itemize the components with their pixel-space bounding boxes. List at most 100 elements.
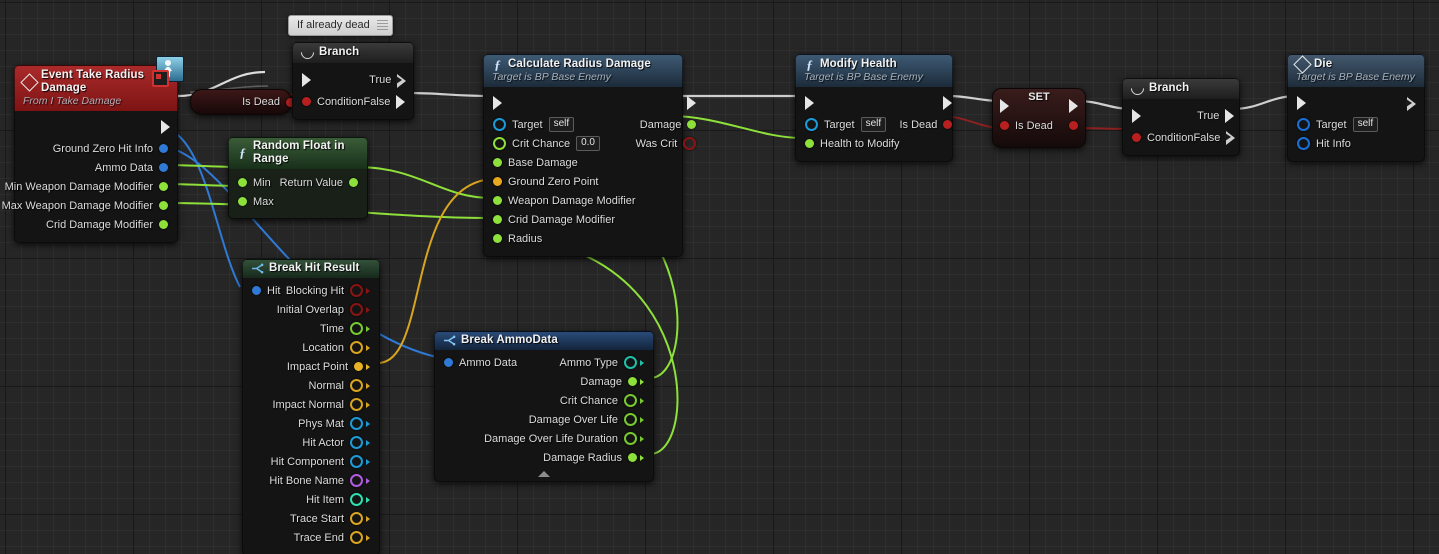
blueprint-graph-canvas[interactable]: If already dead Event Take Radius Damage…	[0, 0, 1439, 554]
pin-float[interactable]	[350, 322, 363, 335]
pin-row-false[interactable]: False	[363, 92, 414, 111]
pin-row-damage-over-life-duration[interactable]: Damage Over Life Duration	[435, 429, 653, 448]
exec-out-row[interactable]	[1063, 96, 1085, 116]
pin-row-min[interactable]: Min	[229, 173, 280, 192]
exec-in-row[interactable]	[796, 91, 899, 115]
exec-in-row[interactable]	[293, 68, 363, 92]
pin-row-target[interactable]: Target self	[796, 115, 899, 134]
node-modify-health[interactable]: ƒ Modify Health Target is BP Base Enemy …	[795, 54, 953, 162]
pin-float[interactable]	[238, 178, 247, 187]
pin-row-target[interactable]: Target self	[1288, 115, 1407, 134]
pin-row-target[interactable]: Target self	[484, 115, 636, 134]
pin-vector[interactable]	[350, 512, 363, 525]
pin-name[interactable]	[350, 474, 363, 487]
pin-bool[interactable]	[1132, 133, 1141, 142]
pin-bool[interactable]	[1000, 121, 1009, 130]
pin-row-is-dead-out[interactable]	[1063, 116, 1085, 135]
exec-input-pin[interactable]	[1132, 109, 1141, 123]
node-header[interactable]: Break Hit Result	[242, 259, 380, 278]
pin-row-hit-bone-name[interactable]: Hit Bone Name	[243, 471, 379, 490]
pin-row-hit-actor[interactable]: Hit Actor	[243, 433, 379, 452]
pin-row-weapon-damage-modifier[interactable]: Weapon Damage Modifier	[484, 191, 636, 210]
node-die[interactable]: Die Target is BP Base Enemy Target self	[1287, 54, 1425, 162]
pin-float[interactable]	[805, 139, 814, 148]
pin-object[interactable]	[493, 118, 506, 131]
exec-input-pin[interactable]	[805, 96, 814, 110]
pin-bool[interactable]	[1069, 121, 1078, 130]
pin-row-false[interactable]: False	[1193, 128, 1243, 147]
pin-float[interactable]	[628, 453, 637, 462]
exec-out-row[interactable]	[636, 91, 706, 115]
exec-in-row[interactable]	[1123, 104, 1193, 128]
pin-struct[interactable]	[159, 144, 168, 153]
node-header[interactable]: ƒ Modify Health Target is BP Base Enemy	[795, 54, 953, 87]
exec-output-pin[interactable]	[943, 96, 953, 110]
node-branch-2[interactable]: Branch Condition True False	[1122, 78, 1240, 156]
exec-output-pin[interactable]	[1406, 96, 1416, 111]
pin-row-ground-zero-point[interactable]: Ground Zero Point	[484, 172, 636, 191]
node-header[interactable]: ƒ Calculate Radius Damage Target is BP B…	[483, 54, 683, 87]
pin-row-damage[interactable]: Damage	[636, 115, 706, 134]
comment-grip-icon[interactable]	[376, 20, 388, 31]
target-value-field[interactable]: self	[860, 117, 887, 132]
pin-row-damage-over-life[interactable]: Damage Over Life	[435, 410, 653, 429]
pin-object[interactable]	[350, 455, 363, 468]
pin-row-true[interactable]: True	[1193, 104, 1243, 128]
pin-row-ground-zero-hit-info[interactable]: Ground Zero Hit Info	[15, 139, 177, 158]
exec-input-pin[interactable]	[493, 96, 502, 110]
node-break-hit-result[interactable]: Break Hit Result Hit Blocking Hit Initia…	[242, 259, 380, 554]
pin-float[interactable]	[493, 137, 506, 150]
node-break-ammo-data[interactable]: Break AmmoData Ammo Data Ammo Type Damag…	[434, 331, 654, 482]
exec-output-false[interactable]	[396, 94, 406, 109]
pin-float[interactable]	[493, 158, 502, 167]
node-header[interactable]: Branch	[292, 42, 414, 63]
exec-input-pin[interactable]	[302, 73, 311, 87]
exec-input-pin[interactable]	[1297, 96, 1306, 110]
pin-row-time[interactable]: Time	[243, 319, 379, 338]
pin-int[interactable]	[350, 493, 363, 506]
collapse-node-arrow-icon[interactable]	[538, 471, 550, 477]
breakpoint-icon[interactable]	[152, 70, 169, 87]
pin-float[interactable]	[349, 178, 358, 187]
pin-vector[interactable]	[354, 362, 363, 371]
pin-row-crit-chance[interactable]: Crit Chance	[435, 391, 653, 410]
node-set-is-dead[interactable]: SET Is Dead	[992, 88, 1086, 148]
pin-bool[interactable]	[350, 303, 363, 316]
target-value-field[interactable]: self	[548, 117, 575, 132]
pin-byte[interactable]	[624, 356, 637, 369]
pin-row-base-damage[interactable]: Base Damage	[484, 153, 636, 172]
exec-out-row[interactable]	[899, 91, 961, 115]
pin-row-damage[interactable]: Damage	[435, 372, 653, 391]
exec-in-row[interactable]	[1288, 91, 1407, 115]
crit-chance-input[interactable]: 0.0	[576, 136, 600, 151]
pin-float[interactable]	[628, 377, 637, 386]
pin-bool[interactable]	[943, 120, 953, 129]
pin-vector[interactable]	[350, 531, 363, 544]
pin-row-max-weapon-damage-modifier[interactable]: Max Weapon Damage Modifier	[2, 196, 177, 215]
pin-object[interactable]	[1297, 118, 1310, 131]
pin-row-blocking-hit[interactable]: Blocking Hit	[243, 281, 379, 300]
pin-object[interactable]	[350, 417, 363, 430]
pin-row-condition[interactable]: Condition	[293, 92, 363, 111]
pin-row-location[interactable]: Location	[243, 338, 379, 357]
pin-vector[interactable]	[350, 398, 363, 411]
node-get-is-dead[interactable]: Is Dead	[190, 89, 295, 115]
pin-vector[interactable]	[350, 341, 363, 354]
pin-row-condition[interactable]: Condition	[1123, 128, 1193, 147]
pin-row-radius[interactable]: Radius	[484, 229, 636, 248]
pin-row-impact-point[interactable]: Impact Point	[243, 357, 379, 376]
node-header[interactable]: ƒ Random Float in Range	[228, 137, 368, 169]
pin-float[interactable]	[159, 220, 168, 229]
pin-vector[interactable]	[493, 177, 502, 186]
exec-input-pin[interactable]	[1000, 99, 1009, 113]
node-header[interactable]: Break AmmoData	[434, 331, 654, 350]
node-calculate-radius-damage[interactable]: ƒ Calculate Radius Damage Target is BP B…	[483, 54, 697, 257]
pin-row-damage-radius[interactable]: Damage Radius	[435, 448, 653, 467]
pin-row-max[interactable]: Max	[229, 192, 280, 211]
exec-output-true[interactable]	[1225, 109, 1235, 123]
target-value-field[interactable]: self	[1352, 117, 1379, 132]
exec-output-false[interactable]	[1225, 131, 1236, 145]
pin-float[interactable]	[493, 196, 502, 205]
pin-row-impact-normal[interactable]: Impact Normal	[243, 395, 379, 414]
exec-in-row[interactable]	[484, 91, 636, 115]
